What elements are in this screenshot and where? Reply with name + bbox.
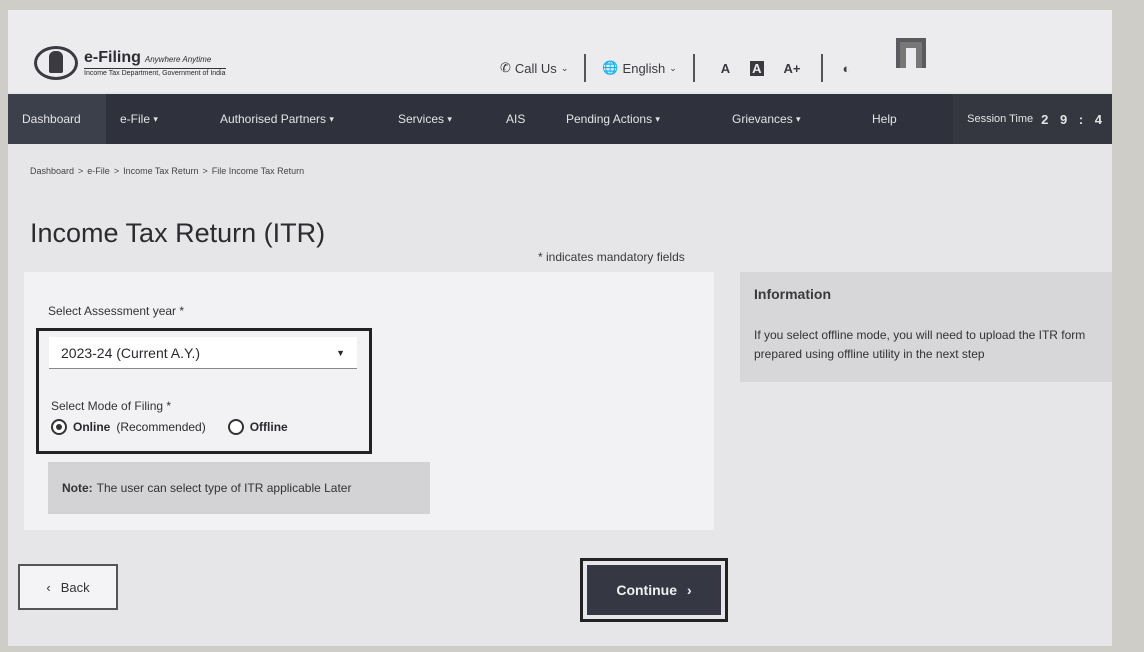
breadcrumb-separator: > bbox=[113, 166, 120, 176]
main-nav: Dashboard e-File ▾ Authorised Partners ▾… bbox=[8, 94, 1112, 144]
chevron-down-icon: ⌄ bbox=[669, 62, 677, 73]
breadcrumb-item[interactable]: Dashboard bbox=[30, 166, 74, 176]
emblem-icon bbox=[34, 46, 78, 80]
nav-label: Dashboard bbox=[22, 112, 81, 126]
chevron-down-icon: ▾ bbox=[655, 113, 660, 124]
efiling-logo[interactable]: e-Filing Anywhere Anytime Income Tax Depa… bbox=[34, 46, 226, 80]
chevron-down-icon: ▾ bbox=[796, 113, 801, 124]
user-icon[interactable] bbox=[896, 38, 926, 68]
continue-label: Continue bbox=[616, 582, 677, 598]
nav-services[interactable]: Services ▾ bbox=[366, 94, 492, 144]
nav-label: e-File bbox=[120, 112, 151, 126]
mode-online-sublabel: (Recommended) bbox=[116, 420, 206, 434]
call-us-menu[interactable]: ✆ Call Us ⌄ bbox=[500, 60, 568, 76]
chevron-down-icon: ▾ bbox=[447, 113, 452, 124]
breadcrumb: Dashboard > e-File > Income Tax Return > Fi… bbox=[30, 166, 304, 176]
radio-online[interactable] bbox=[51, 419, 67, 435]
phone-icon: ✆ bbox=[500, 60, 511, 75]
chevron-right-icon: › bbox=[686, 582, 692, 598]
divider bbox=[584, 54, 587, 82]
back-label: Back bbox=[60, 579, 90, 595]
nav-authorised-partners[interactable]: Authorised Partners ▾ bbox=[206, 94, 366, 144]
information-title: Information bbox=[754, 286, 831, 302]
mode-offline-option[interactable]: Offline bbox=[227, 419, 288, 435]
header: e-Filing Anywhere Anytime Income Tax Depa… bbox=[8, 10, 1112, 92]
nav-pending-actions[interactable]: Pending Actions ▾ bbox=[552, 94, 718, 144]
logo-title-row: e-Filing Anywhere Anytime bbox=[84, 49, 226, 67]
radio-offline[interactable] bbox=[227, 419, 244, 435]
header-tools: ✆ Call Us ⌄ 🌐 English ⌄ A A A+ ◐ bbox=[500, 54, 860, 82]
page-title: Income Tax Return (ITR) bbox=[30, 218, 326, 248]
nav-help[interactable]: Help bbox=[858, 94, 918, 144]
mode-online-option[interactable]: Online (Recommended) bbox=[51, 419, 206, 435]
continue-highlight: Continue › bbox=[580, 558, 728, 622]
itr-type-note: Note: The user can select type of ITR ap… bbox=[48, 462, 430, 514]
divider bbox=[692, 54, 695, 82]
nav-dashboard[interactable]: Dashboard bbox=[8, 94, 106, 144]
breadcrumb-separator: > bbox=[202, 166, 208, 176]
assessment-year-value: 2023-24 (Current A.Y.) bbox=[61, 344, 201, 361]
information-text: If you select offline mode, you will nee… bbox=[754, 328, 1086, 361]
logo-tagline: Anywhere Anytime bbox=[144, 55, 212, 64]
divider bbox=[820, 54, 823, 82]
font-reset-button[interactable]: A bbox=[750, 60, 764, 76]
globe-icon: 🌐 bbox=[602, 60, 619, 75]
nav-label: Help bbox=[872, 112, 897, 126]
back-button[interactable]: ‹ Back bbox=[18, 564, 118, 610]
chevron-down-icon: ▾ bbox=[153, 113, 158, 124]
nav-ais[interactable]: AIS bbox=[492, 94, 552, 144]
mandatory-note: * indicates mandatory fields bbox=[538, 250, 685, 264]
chevron-down-icon: ▾ bbox=[329, 113, 334, 124]
nav-label: Grievances bbox=[732, 112, 793, 126]
chevron-down-icon: ⌄ bbox=[560, 62, 569, 73]
nav-label: Authorised Partners bbox=[220, 112, 327, 126]
breadcrumb-item-current: File Income Tax Return bbox=[211, 166, 305, 176]
filing-mode-label: Select Mode of Filing * bbox=[51, 399, 172, 413]
mode-online-label: Online bbox=[73, 420, 111, 434]
page: e-Filing Anywhere Anytime Income Tax Depa… bbox=[8, 10, 1112, 646]
note-text: The user can select type of ITR applicab… bbox=[96, 481, 352, 495]
session-label: Session Time bbox=[967, 113, 1034, 125]
logo-subtitle: Income Tax Department, Government of Ind… bbox=[84, 68, 226, 77]
nav-label: AIS bbox=[506, 112, 526, 126]
breadcrumb-item[interactable]: Income Tax Return bbox=[123, 166, 198, 176]
logo-title: e-Filing bbox=[84, 49, 141, 66]
font-decrease-button[interactable]: A bbox=[721, 61, 730, 76]
language-label: English bbox=[622, 60, 666, 76]
information-panel: Information If you select offline mode, … bbox=[740, 272, 1112, 382]
continue-button[interactable]: Continue › bbox=[587, 565, 721, 615]
mode-offline-label: Offline bbox=[249, 420, 288, 434]
font-increase-button[interactable]: A+ bbox=[784, 61, 801, 76]
assessment-year-select[interactable]: 2023-24 (Current A.Y.) ▼ bbox=[49, 337, 357, 369]
language-menu[interactable]: 🌐 English ⌄ bbox=[602, 60, 676, 76]
caret-down-icon: ▼ bbox=[336, 347, 345, 358]
highlight-box: 2023-24 (Current A.Y.) ▼ Select Mode of … bbox=[36, 328, 372, 454]
nav-label: Services bbox=[398, 112, 445, 126]
breadcrumb-separator: > bbox=[78, 166, 84, 176]
nav-label: Pending Actions bbox=[566, 112, 653, 126]
note-label: Note: bbox=[62, 481, 93, 495]
assessment-year-label: Select Assessment year * bbox=[48, 304, 185, 318]
nav-e-file[interactable]: e-File ▾ bbox=[106, 94, 206, 144]
contrast-icon[interactable]: ◐ bbox=[843, 61, 851, 76]
session-value: 2 9 : 4 bbox=[1041, 111, 1106, 127]
filing-mode-group: Online (Recommended) Offline bbox=[51, 419, 288, 435]
breadcrumb-item[interactable]: e-File bbox=[87, 166, 110, 176]
session-timer: Session Time 2 9 : 4 bbox=[953, 94, 1112, 144]
itr-form-card: Select Assessment year * 2023-24 (Curren… bbox=[24, 272, 714, 530]
call-us-label: Call Us bbox=[514, 60, 557, 76]
chevron-left-icon: ‹ bbox=[46, 579, 51, 595]
nav-grievances[interactable]: Grievances ▾ bbox=[718, 94, 858, 144]
